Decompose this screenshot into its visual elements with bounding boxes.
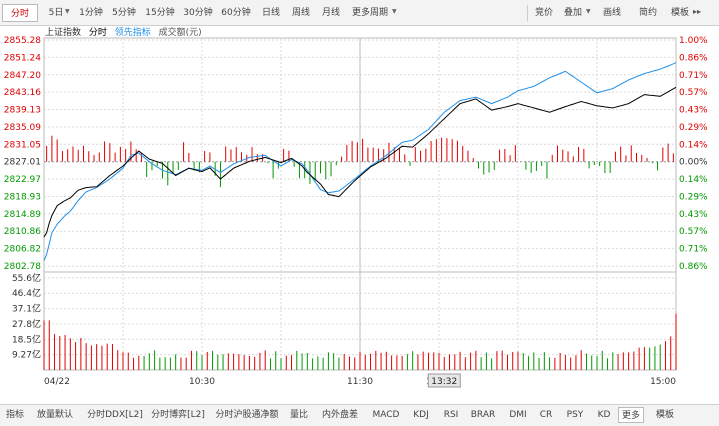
- draw-line-button[interactable]: 画线: [600, 4, 624, 22]
- price-tick-label: 2835.09: [4, 123, 41, 133]
- indicator-kdj[interactable]: KDJ: [408, 407, 434, 423]
- price-tick-label: 2814.89: [4, 210, 41, 220]
- indicator-game[interactable]: 分时博弈[L2]: [150, 407, 206, 423]
- percent-tick-label: 0.29%: [679, 192, 708, 202]
- price-tick-label: 2818.93: [4, 192, 41, 202]
- price-tick-label: 2827.01: [4, 158, 41, 168]
- price-tick-label: 2855.28: [4, 36, 41, 46]
- percent-tick-label: 0.86%: [679, 262, 708, 272]
- volume-tick-label: 55.6亿: [12, 272, 41, 284]
- indicator-northbound[interactable]: 分时沪股通净额: [212, 407, 282, 423]
- indicator-template[interactable]: 模板: [652, 407, 678, 423]
- price-tick-label: 2851.24: [4, 53, 41, 63]
- volume-tick-label: 27.8亿: [12, 318, 41, 330]
- tab-daily[interactable]: 日线: [258, 4, 284, 22]
- time-tick-label: 11:30: [347, 377, 373, 387]
- fast-forward-icon[interactable]: ▸▸: [693, 7, 701, 16]
- volume-axis: 55.6亿 46.4亿 37.1亿 27.8亿 18.5亿 9.27亿: [12, 272, 41, 361]
- tab-intraday[interactable]: 分时: [2, 4, 38, 22]
- indicator-ddx[interactable]: 分时DDX[L2]: [84, 407, 146, 423]
- chevron-down-icon[interactable]: ▼: [586, 8, 591, 15]
- toolbar-divider: [527, 5, 528, 21]
- percent-tick-label: 0.71%: [679, 71, 708, 81]
- time-tick-label: 04/22: [44, 377, 70, 387]
- crosshair-time-label: 13:32: [431, 377, 457, 387]
- chart-grid: [43, 37, 677, 371]
- percent-tick-label: 0.57%: [679, 227, 708, 237]
- indicator-inner-outer[interactable]: 内外盘差: [318, 407, 362, 423]
- overlay-button[interactable]: 叠加: [562, 4, 584, 22]
- tab-5min[interactable]: 5分钟: [108, 4, 140, 22]
- time-tick-label: 15:00: [650, 377, 676, 387]
- indicator-bar: 指标 放量默认 分时DDX[L2] 分时博弈[L2] 分时沪股通净额 量比 内外…: [0, 404, 719, 426]
- tab-60min[interactable]: 60分钟: [218, 4, 254, 22]
- volume-tick-label: 46.4亿: [12, 287, 41, 299]
- indicator-volume-ratio[interactable]: 量比: [288, 407, 310, 423]
- indicator-dmi[interactable]: DMI: [506, 407, 530, 423]
- price-tick-label: 2847.20: [4, 71, 41, 81]
- indicator-rsi[interactable]: RSI: [440, 407, 462, 423]
- simple-mode-button[interactable]: 简约: [636, 4, 660, 22]
- percent-tick-label: 0.57%: [679, 88, 708, 98]
- price-tick-label: 2839.13: [4, 106, 41, 116]
- percent-tick-label: 0.43%: [679, 210, 708, 220]
- time-axis: 04/2210:3011:3014:0015:0013:32: [44, 373, 676, 388]
- indicator-more[interactable]: 更多: [618, 407, 644, 423]
- volume-tick-label: 18.5亿: [12, 333, 41, 345]
- tab-monthly[interactable]: 月线: [318, 4, 344, 22]
- percent-tick-label: 0.86%: [679, 53, 708, 63]
- chevron-down-icon[interactable]: ▼: [65, 8, 70, 15]
- tab-weekly[interactable]: 周线: [288, 4, 314, 22]
- indicator-label[interactable]: 指标: [2, 407, 28, 423]
- volume-tick-label: 9.27亿: [12, 349, 41, 361]
- tab-more-periods[interactable]: 更多周期: [348, 4, 392, 22]
- percent-tick-label: 0.43%: [679, 106, 708, 116]
- indicator-brar[interactable]: BRAR: [468, 407, 498, 423]
- price-tick-label: 2843.16: [4, 88, 41, 98]
- indicator-psy[interactable]: PSY: [562, 407, 588, 423]
- tab-15min[interactable]: 15分钟: [142, 4, 178, 22]
- price-tick-label: 2806.82: [4, 245, 41, 255]
- intraday-chart[interactable]: 2855.28 2851.24 2847.20 2843.16 2839.13 2835.…: [0, 26, 719, 404]
- period-toolbar: 分时 5日 ▼ 1分钟 5分钟 15分钟 30分钟 60分钟 日线 周线 月线 …: [0, 0, 719, 26]
- price-tick-label: 2831.05: [4, 140, 41, 150]
- index-name: 上证指数: [45, 28, 82, 38]
- percent-tick-label: 0.14%: [679, 140, 708, 150]
- percent-tick-label: 0.00%: [679, 158, 708, 168]
- mode-label: 分时: [88, 28, 107, 38]
- leading-indicator-label[interactable]: 领先指标: [115, 28, 151, 38]
- price-axis: 2855.28 2851.24 2847.20 2843.16 2839.13 2835.…: [4, 36, 41, 272]
- volume-tick-label: 37.1亿: [12, 303, 41, 315]
- price-tick-label: 2822.97: [4, 175, 41, 185]
- template-button[interactable]: 模板: [668, 4, 692, 22]
- chart-legend: 上证指数 分时 领先指标 成交额(元): [45, 26, 207, 40]
- percent-tick-label: 1.00%: [679, 36, 708, 46]
- indicator-macd[interactable]: MACD: [370, 407, 402, 423]
- tab-1min[interactable]: 1分钟: [76, 4, 106, 22]
- indicator-volume-default[interactable]: 放量默认: [32, 407, 78, 423]
- indicator-cr[interactable]: CR: [536, 407, 556, 423]
- volume-label: 成交额(元): [158, 28, 202, 38]
- percent-tick-label: 0.71%: [679, 245, 708, 255]
- auction-button[interactable]: 竞价: [532, 4, 556, 22]
- chevron-down-icon[interactable]: ▼: [392, 8, 397, 15]
- time-tick-label: 10:30: [189, 377, 215, 387]
- price-tick-label: 2810.86: [4, 227, 41, 237]
- indicator-kd[interactable]: KD: [594, 407, 614, 423]
- percent-axis: 1.00% 0.86% 0.71% 0.57% 0.43% 0.29% 0.14% 0.00%…: [679, 36, 708, 272]
- percent-tick-label: 0.14%: [679, 175, 708, 185]
- tab-30min[interactable]: 30分钟: [180, 4, 216, 22]
- price-tick-label: 2802.78: [4, 262, 41, 272]
- percent-tick-label: 0.29%: [679, 123, 708, 133]
